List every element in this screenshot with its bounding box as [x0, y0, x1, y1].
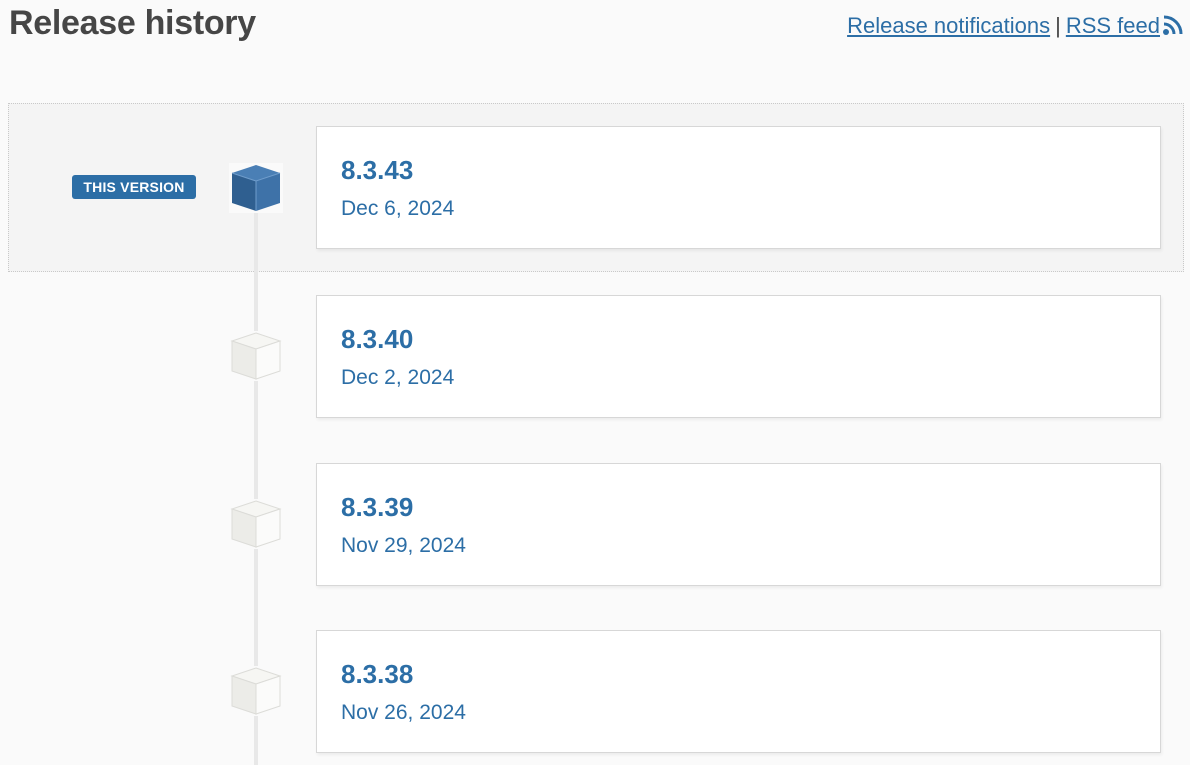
release-card[interactable]: 8.3.40 Dec 2, 2024 — [316, 295, 1161, 418]
header-links: Release notifications | RSS feed — [847, 13, 1184, 39]
page-title: Release history — [9, 4, 256, 42]
release-version: 8.3.40 — [341, 324, 414, 354]
release-card[interactable]: 8.3.39 Nov 29, 2024 — [316, 463, 1161, 586]
package-icon — [229, 666, 283, 716]
release-version: 8.3.38 — [341, 659, 414, 689]
package-icon — [229, 331, 283, 381]
release-version: 8.3.43 — [341, 155, 414, 185]
release-card[interactable]: 8.3.38 Nov 26, 2024 — [316, 630, 1161, 753]
rss-icon — [1163, 15, 1183, 35]
link-separator: | — [1055, 13, 1061, 38]
rss-feed-link[interactable]: RSS feed — [1066, 13, 1184, 39]
current-package-icon — [229, 163, 283, 213]
release-card[interactable]: 8.3.43 Dec 6, 2024 — [316, 126, 1161, 249]
rss-feed-label: RSS feed — [1065, 13, 1160, 38]
release-history-page: Release history Release notifications | … — [0, 0, 1190, 765]
package-icon — [229, 499, 283, 549]
release-date: Dec 6, 2024 — [341, 197, 455, 220]
this-version-badge: THIS VERSION — [72, 175, 196, 199]
release-date: Dec 2, 2024 — [341, 366, 455, 389]
release-date: Nov 29, 2024 — [341, 534, 466, 557]
release-version: 8.3.39 — [341, 492, 414, 522]
release-date: Nov 26, 2024 — [341, 701, 466, 724]
release-notifications-link[interactable]: Release notifications — [847, 13, 1050, 39]
